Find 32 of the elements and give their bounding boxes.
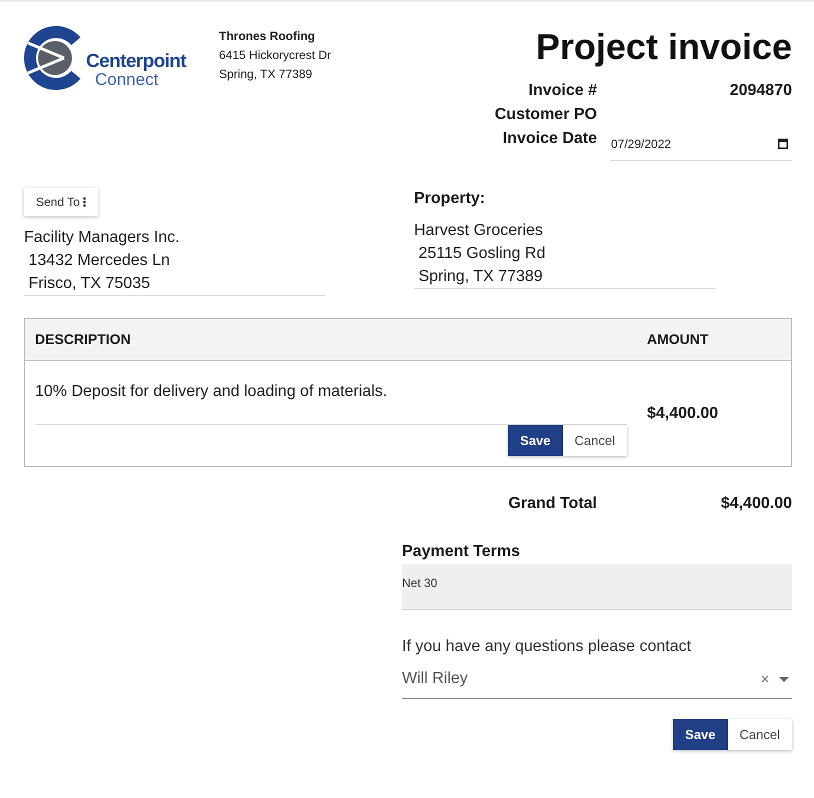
field-label: Invoice Date <box>502 129 597 149</box>
amount-cell-text: $4,400.00 <box>647 404 718 424</box>
field-label: Customer PO <box>494 105 597 125</box>
save-button[interactable]: Save <box>673 719 728 750</box>
calendar-icon[interactable] <box>778 138 788 149</box>
cancel-button[interactable]: Cancel <box>562 425 627 456</box>
company-address-line: 6415 Hickorycrest Dr <box>219 47 332 64</box>
clear-icon[interactable] <box>761 675 769 683</box>
send-to-button[interactable]: Send To <box>24 188 98 216</box>
send-to-address-field[interactable]: Facility Managers Inc. 13432 Mercedes Ln Frisco, TX 75035 <box>24 226 326 296</box>
company-address-line: Spring, TX 77389 <box>219 66 314 83</box>
grand-total-value: $4,400.00 <box>720 494 792 514</box>
property-address-field[interactable]: Harvest Groceries 25115 Gosling Rd Spring, TX 77389 <box>414 219 716 289</box>
contact-select[interactable]: Will Riley <box>402 666 792 699</box>
contact-label: If you have any questions please contact <box>402 637 692 657</box>
field-label: Invoice # <box>528 81 597 101</box>
payment-terms-label: Payment Terms <box>402 542 521 562</box>
date-input[interactable]: 07/29/2022 <box>610 127 792 161</box>
logo-subtitle: Connect <box>95 71 158 88</box>
logo-title: Centerpoint <box>86 52 186 71</box>
save-button[interactable]: Save <box>508 425 563 456</box>
cancel-button[interactable]: Cancel <box>728 719 792 750</box>
column-header: AMOUNT <box>646 330 710 349</box>
caret-down-icon[interactable] <box>779 676 789 682</box>
grand-total-label: Grand Total <box>507 494 597 514</box>
company-name: Thrones Roofing <box>219 28 316 45</box>
vertical-dots-icon <box>82 197 86 207</box>
property-label: Property: <box>414 189 486 209</box>
column-header: DESCRIPTION <box>34 330 132 349</box>
field-value: 2094870 <box>728 81 792 101</box>
invoice-title: Project invoice <box>536 25 792 69</box>
payment-terms-field[interactable]: Net 30 <box>402 564 792 610</box>
